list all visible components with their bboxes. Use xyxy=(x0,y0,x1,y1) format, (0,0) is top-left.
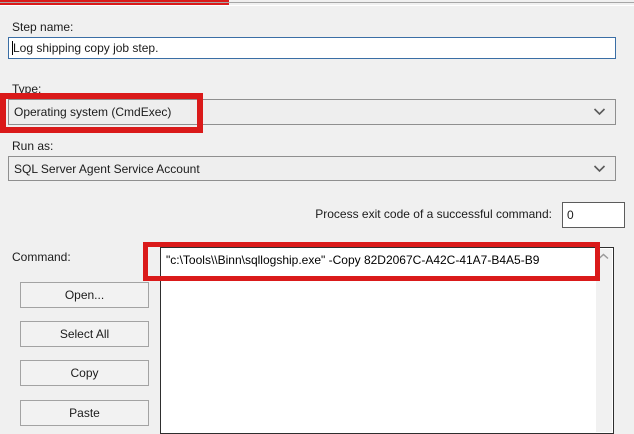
chevron-down-icon xyxy=(593,108,606,116)
open-button-label: Open... xyxy=(64,288,105,302)
step-name-value: Log shipping copy job step. xyxy=(13,41,159,55)
paste-button-label: Paste xyxy=(69,406,100,420)
top-divider xyxy=(0,2,634,6)
type-dropdown[interactable]: Operating system (CmdExec) xyxy=(8,99,616,125)
run-as-dropdown[interactable]: SQL Server Agent Service Account xyxy=(8,156,616,181)
command-text: "c:\Tools\\Binn\sqllogship.exe" -Copy 82… xyxy=(166,253,540,267)
chevron-up-icon[interactable] xyxy=(598,253,609,260)
open-button[interactable]: Open... xyxy=(20,282,149,308)
step-name-label: Step name: xyxy=(12,20,74,34)
exit-code-label: Process exit code of a successful comman… xyxy=(315,207,552,221)
run-as-label: Run as: xyxy=(12,139,54,153)
exit-code-input[interactable]: 0 xyxy=(562,202,625,228)
paste-button[interactable]: Paste xyxy=(20,400,149,426)
select-all-button[interactable]: Select All xyxy=(20,321,149,347)
select-all-button-label: Select All xyxy=(59,327,110,341)
type-dropdown-value: Operating system (CmdExec) xyxy=(14,105,172,119)
command-scrollbar[interactable] xyxy=(596,249,612,432)
command-textarea[interactable]: "c:\Tools\\Binn\sqllogship.exe" -Copy 82… xyxy=(160,247,614,434)
step-name-input[interactable]: Log shipping copy job step. xyxy=(8,37,616,59)
chevron-down-icon xyxy=(593,164,606,173)
copy-button[interactable]: Copy xyxy=(20,360,149,386)
job-step-dialog: Step name: Log shipping copy job step. T… xyxy=(0,0,634,434)
command-label: Command: xyxy=(12,250,71,264)
exit-code-value: 0 xyxy=(567,208,574,222)
run-as-dropdown-value: SQL Server Agent Service Account xyxy=(14,161,200,176)
copy-button-label: Copy xyxy=(70,366,99,380)
type-label: Type: xyxy=(12,82,42,96)
